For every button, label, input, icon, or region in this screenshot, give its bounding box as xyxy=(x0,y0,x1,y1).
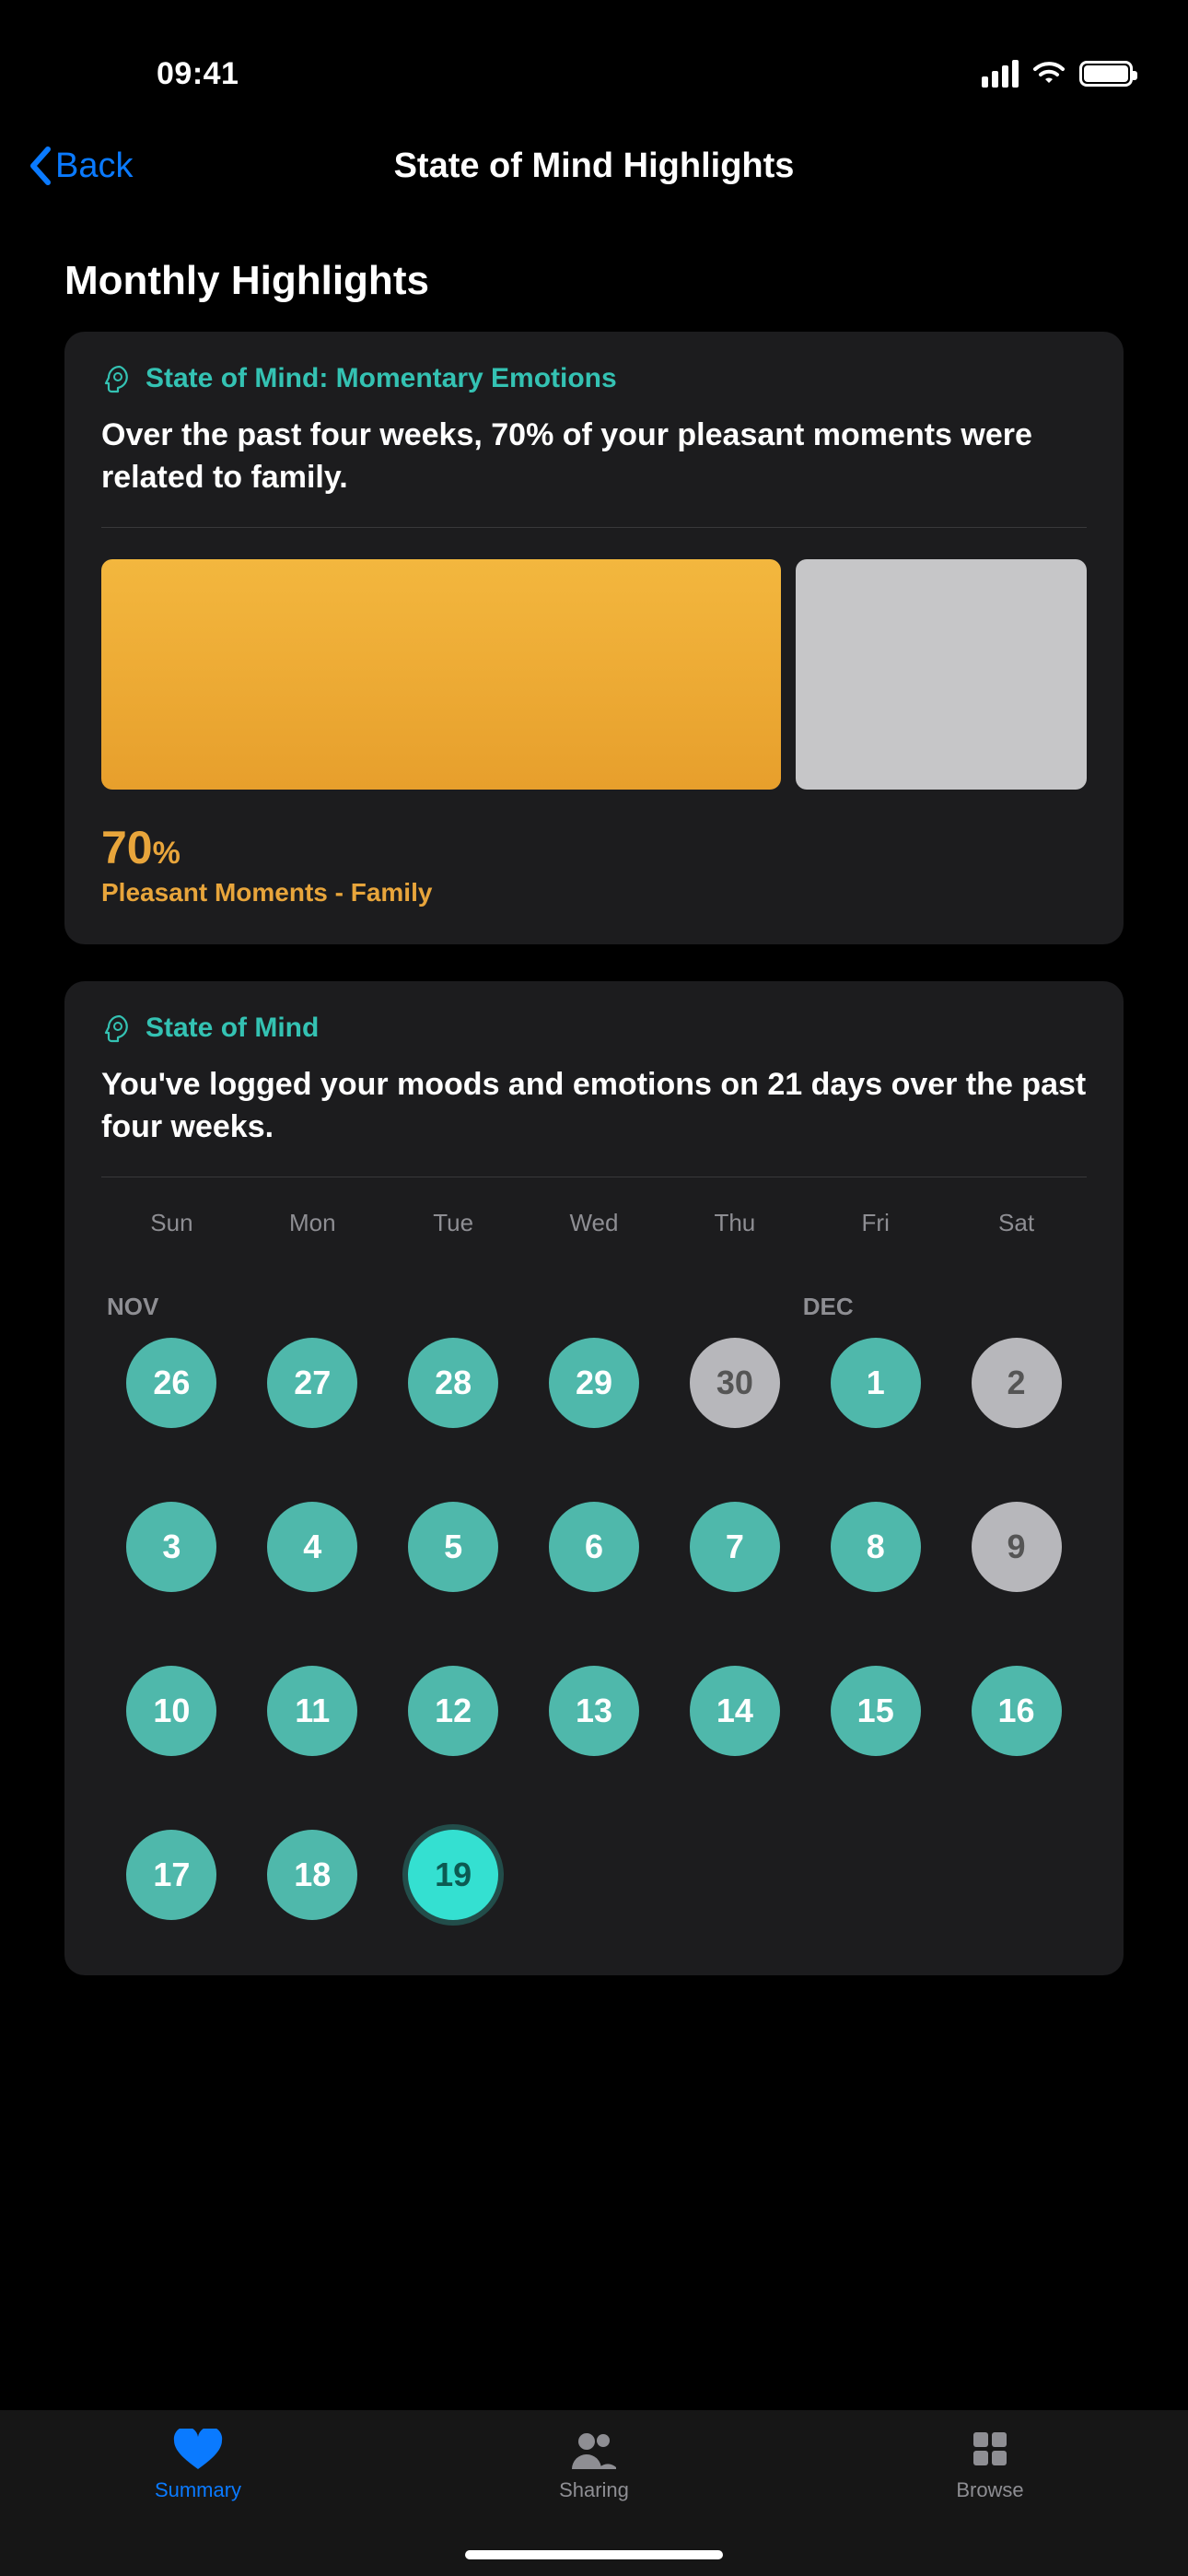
percent-readout: 70% xyxy=(101,821,1087,874)
card-description: Over the past four weeks, 70% of your pl… xyxy=(101,415,1087,499)
calendar-day[interactable]: 30 xyxy=(690,1338,780,1428)
month-label-right: DEC xyxy=(803,1293,942,1321)
percent-suffix: % xyxy=(153,836,181,871)
state-of-mind-icon xyxy=(101,363,133,394)
tab-label: Sharing xyxy=(559,2478,629,2502)
percent-bar-chart xyxy=(101,559,1087,790)
bar-segment-family xyxy=(101,559,781,790)
calendar-day[interactable]: 17 xyxy=(126,1830,216,1920)
tab-summary[interactable]: Summary xyxy=(0,2429,396,2576)
month-label-left: NOV xyxy=(107,1293,246,1321)
wifi-icon xyxy=(1031,61,1066,87)
calendar-empty-cell xyxy=(549,1830,639,1920)
back-button[interactable]: Back xyxy=(28,146,133,186)
card-description: You've logged your moods and emotions on… xyxy=(101,1064,1087,1149)
status-time: 09:41 xyxy=(157,56,239,92)
calendar-day[interactable]: 26 xyxy=(126,1338,216,1428)
calendar-day[interactable]: 13 xyxy=(549,1666,639,1756)
status-bar: 09:41 xyxy=(0,0,1188,120)
battery-icon xyxy=(1079,61,1133,87)
heart-icon xyxy=(172,2429,224,2471)
weekday-label: Sat xyxy=(946,1209,1087,1237)
card-header: State of Mind xyxy=(101,1013,1087,1044)
tab-browse[interactable]: Browse xyxy=(792,2429,1188,2576)
calendar-day[interactable]: 7 xyxy=(690,1502,780,1592)
calendar-day[interactable]: 6 xyxy=(549,1502,639,1592)
calendar-day[interactable]: 5 xyxy=(408,1502,498,1592)
calendar-day[interactable]: 15 xyxy=(831,1666,921,1756)
home-indicator[interactable] xyxy=(465,2550,723,2559)
weekday-label: Thu xyxy=(664,1209,805,1237)
calendar-day[interactable]: 29 xyxy=(549,1338,639,1428)
calendar-day[interactable]: 27 xyxy=(267,1338,357,1428)
bar-segment-other xyxy=(796,559,1087,790)
grid-icon xyxy=(964,2429,1016,2471)
divider xyxy=(101,527,1087,528)
cellular-signal-icon xyxy=(982,60,1019,88)
section-title: Monthly Highlights xyxy=(64,258,1124,304)
calendar-day[interactable]: 12 xyxy=(408,1666,498,1756)
content-area: Monthly Highlights State of Mind: Moment… xyxy=(0,212,1188,1975)
calendar-empty-cell xyxy=(690,1830,780,1920)
calendar-empty-cell xyxy=(831,1830,921,1920)
calendar-day[interactable]: 2 xyxy=(972,1338,1062,1428)
calendar-day[interactable]: 9 xyxy=(972,1502,1062,1592)
calendar-month-row: NOV DEC xyxy=(101,1293,1087,1321)
calendar-day[interactable]: 8 xyxy=(831,1502,921,1592)
calendar-empty-cell xyxy=(972,1830,1062,1920)
card-header-text: State of Mind: Momentary Emotions xyxy=(146,363,617,394)
tab-label: Browse xyxy=(956,2478,1023,2502)
percent-value: 70 xyxy=(101,822,153,873)
nav-bar: Back State of Mind Highlights xyxy=(0,120,1188,212)
weekday-label: Fri xyxy=(805,1209,946,1237)
weekday-label: Wed xyxy=(524,1209,665,1237)
calendar-day[interactable]: 10 xyxy=(126,1666,216,1756)
chevron-left-icon xyxy=(28,146,53,186)
card-momentary-emotions[interactable]: State of Mind: Momentary Emotions Over t… xyxy=(64,332,1124,944)
calendar-day[interactable]: 1 xyxy=(831,1338,921,1428)
calendar-weekday-header: SunMonTueWedThuFriSat xyxy=(101,1209,1087,1237)
people-icon xyxy=(568,2429,620,2471)
calendar-day[interactable]: 19 xyxy=(408,1830,498,1920)
state-of-mind-icon xyxy=(101,1013,133,1044)
tab-label: Summary xyxy=(155,2478,241,2502)
card-header: State of Mind: Momentary Emotions xyxy=(101,363,1087,394)
weekday-label: Sun xyxy=(101,1209,242,1237)
calendar-day[interactable]: 3 xyxy=(126,1502,216,1592)
status-icons xyxy=(982,60,1133,88)
percent-label: Pleasant Moments - Family xyxy=(101,878,1087,907)
calendar-day[interactable]: 16 xyxy=(972,1666,1062,1756)
calendar-day[interactable]: 14 xyxy=(690,1666,780,1756)
weekday-label: Tue xyxy=(383,1209,524,1237)
calendar-day[interactable]: 11 xyxy=(267,1666,357,1756)
page-title: State of Mind Highlights xyxy=(0,146,1188,186)
calendar-day[interactable]: 18 xyxy=(267,1830,357,1920)
calendar-day[interactable]: 28 xyxy=(408,1338,498,1428)
weekday-label: Mon xyxy=(242,1209,383,1237)
back-label: Back xyxy=(55,146,133,186)
card-header-text: State of Mind xyxy=(146,1013,319,1044)
card-log-calendar[interactable]: State of Mind You've logged your moods a… xyxy=(64,981,1124,1975)
calendar-day[interactable]: 4 xyxy=(267,1502,357,1592)
calendar-grid: 262728293012345678910111213141516171819 xyxy=(101,1338,1087,1920)
